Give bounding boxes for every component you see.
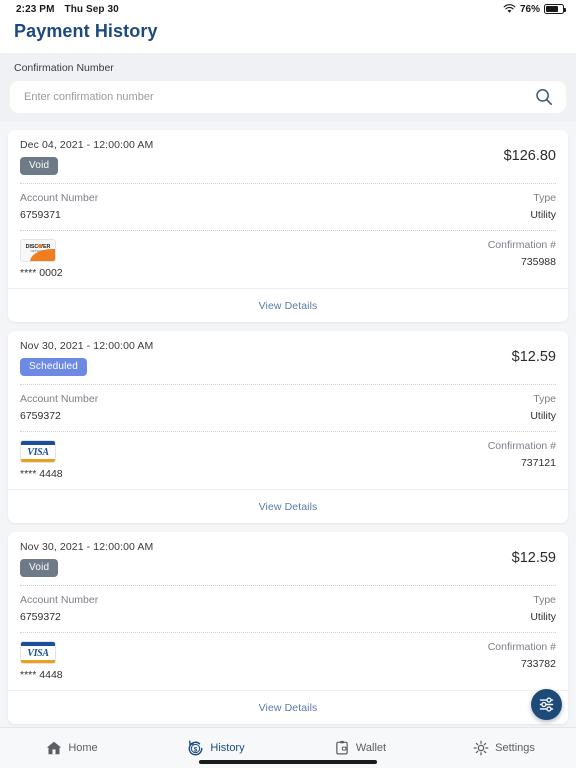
visa-card-icon: VISA bbox=[20, 641, 56, 664]
tab-bar: Home $ History Wallet Settings bbox=[0, 727, 576, 768]
discover-card-icon: DISC VERNETWORK bbox=[20, 239, 56, 262]
filter-fab-button[interactable] bbox=[531, 689, 562, 720]
payment-card-header: Dec 04, 2021 - 12:00:00 AM Void $126.80 bbox=[8, 130, 568, 183]
search-icon[interactable] bbox=[534, 87, 554, 107]
payment-amount: $12.59 bbox=[511, 349, 556, 365]
type-label: Type bbox=[533, 192, 556, 204]
view-details-label: View Details bbox=[258, 501, 318, 513]
tab-home[interactable]: Home bbox=[0, 740, 144, 756]
payment-list[interactable]: Dec 04, 2021 - 12:00:00 AM Void $126.80 Acc… bbox=[0, 122, 576, 749]
payment-date: Nov 30, 2021 - 12:00:00 AM bbox=[20, 541, 154, 553]
status-badge: Void bbox=[20, 559, 59, 577]
tab-home-label: Home bbox=[68, 742, 98, 754]
type-label: Type bbox=[533, 393, 556, 405]
account-row: Account Number 6759372 Type Utility bbox=[8, 586, 568, 632]
wallet-clipboard-icon bbox=[336, 740, 348, 755]
card-mask: **** 4448 bbox=[20, 468, 63, 480]
wifi-icon bbox=[503, 4, 516, 13]
payment-amount: $126.80 bbox=[503, 148, 556, 164]
battery-percent: 76% bbox=[519, 3, 540, 15]
status-bar: 2:23 PM Thu Sep 30 76% bbox=[0, 0, 576, 18]
search-field[interactable] bbox=[10, 81, 566, 113]
status-badge: Scheduled bbox=[20, 358, 88, 376]
search-input[interactable] bbox=[24, 91, 534, 103]
tab-settings-label: Settings bbox=[495, 742, 535, 754]
payment-card[interactable]: Nov 30, 2021 - 12:00:00 AM Scheduled $12.5… bbox=[8, 331, 568, 523]
account-number-value: 6759371 bbox=[20, 209, 61, 221]
status-bar-left: 2:23 PM Thu Sep 30 bbox=[16, 4, 119, 15]
confirmation-value: 735988 bbox=[520, 256, 556, 268]
tab-history-label: History bbox=[210, 742, 245, 754]
confirmation-label: Confirmation # bbox=[487, 440, 556, 452]
payment-card-header: Nov 30, 2021 - 12:00:00 AM Scheduled $12.5… bbox=[8, 331, 568, 384]
confirmation-value: 733782 bbox=[520, 658, 556, 670]
view-details-label: View Details bbox=[258, 300, 318, 312]
payment-card[interactable]: Nov 30, 2021 - 12:00:00 AM Void $12.59 Acco… bbox=[8, 532, 568, 724]
account-number-label: Account Number bbox=[20, 192, 99, 204]
card-mask: **** 4448 bbox=[20, 669, 63, 681]
visa-card-icon: VISA bbox=[20, 440, 56, 463]
search-label: Confirmation Number bbox=[14, 62, 114, 74]
status-bar-right: 76% bbox=[503, 3, 567, 15]
view-details-button[interactable]: View Details bbox=[8, 288, 568, 322]
status-badge: Void bbox=[20, 157, 59, 175]
search-section: Confirmation Number bbox=[0, 53, 576, 122]
type-value: Utility bbox=[530, 209, 556, 221]
payment-card[interactable]: Dec 04, 2021 - 12:00:00 AM Void $126.80 Acc… bbox=[8, 130, 568, 322]
status-time: 2:23 PM bbox=[16, 3, 55, 15]
home-indicator bbox=[199, 760, 377, 764]
title-bar: Payment History bbox=[0, 18, 576, 53]
tab-history[interactable]: $ History bbox=[144, 740, 288, 757]
page-title: Payment History bbox=[14, 21, 158, 41]
account-row: Account Number 6759372 Type Utility bbox=[8, 385, 568, 431]
type-value: Utility bbox=[530, 410, 556, 422]
account-number-value: 6759372 bbox=[20, 410, 61, 422]
account-number-label: Account Number bbox=[20, 594, 99, 606]
type-label: Type bbox=[533, 594, 556, 606]
payment-date: Nov 30, 2021 - 12:00:00 AM bbox=[20, 340, 154, 352]
view-details-label: View Details bbox=[258, 702, 318, 714]
payment-amount: $12.59 bbox=[511, 550, 556, 566]
tab-wallet[interactable]: Wallet bbox=[288, 740, 432, 756]
payment-date: Dec 04, 2021 - 12:00:00 AM bbox=[20, 139, 154, 151]
home-icon bbox=[47, 741, 62, 755]
card-row: DISC VERNETWORK **** 0002 Confirmation # 73… bbox=[8, 231, 568, 288]
app-screen: 2:23 PM Thu Sep 30 76% Payment History C… bbox=[0, 0, 576, 768]
status-date: Thu Sep 30 bbox=[64, 3, 119, 15]
view-details-button[interactable]: View Details bbox=[8, 690, 568, 724]
history-dollar-icon: $ bbox=[188, 740, 203, 755]
svg-text:$: $ bbox=[194, 746, 198, 753]
account-number-label: Account Number bbox=[20, 393, 99, 405]
card-row: VISA **** 4448 Confirmation # 737121 bbox=[8, 432, 568, 489]
account-row: Account Number 6759371 Type Utility bbox=[8, 184, 568, 230]
battery-icon bbox=[544, 4, 567, 14]
account-number-value: 6759372 bbox=[20, 611, 61, 623]
view-details-button[interactable]: View Details bbox=[8, 489, 568, 523]
tab-wallet-label: Wallet bbox=[355, 742, 387, 754]
confirmation-value: 737121 bbox=[520, 457, 556, 469]
card-row: VISA **** 4448 Confirmation # 733782 bbox=[8, 633, 568, 690]
type-value: Utility bbox=[530, 611, 556, 623]
card-mask: **** 0002 bbox=[20, 267, 63, 279]
gear-icon bbox=[473, 740, 489, 756]
confirmation-label: Confirmation # bbox=[487, 641, 556, 653]
tab-settings[interactable]: Settings bbox=[432, 740, 576, 756]
filter-sliders-icon bbox=[539, 697, 554, 712]
confirmation-label: Confirmation # bbox=[487, 239, 556, 251]
payment-card-header: Nov 30, 2021 - 12:00:00 AM Void $12.59 bbox=[8, 532, 568, 585]
